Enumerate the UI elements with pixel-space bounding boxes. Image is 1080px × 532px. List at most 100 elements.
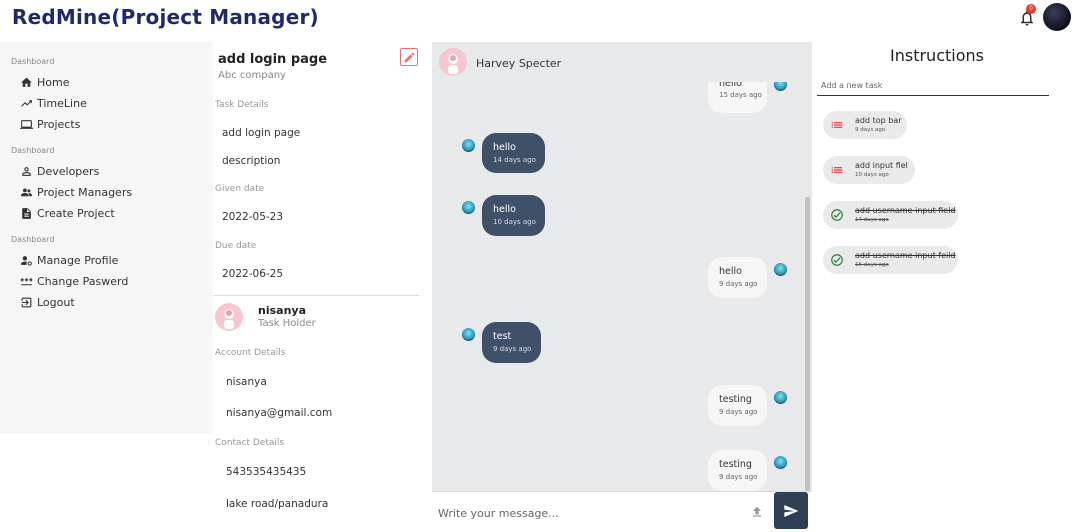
message-text: testing <box>719 459 752 470</box>
sidebar-item-label: Logout <box>37 295 75 309</box>
document-icon <box>22 207 31 219</box>
manage-account-icon <box>21 255 32 266</box>
holder-username-value: nisanya <box>226 376 267 388</box>
sidebar-item-label: Manage Profile <box>37 253 119 267</box>
given-date-label: Given date <box>215 184 265 194</box>
trending-icon <box>21 99 32 107</box>
new-task-input[interactable] <box>817 76 1049 96</box>
top-bar: RedMine(Project Manager) 0 <box>0 0 1080 42</box>
sidebar-section-label: Dashboard <box>11 146 55 155</box>
check-circle-icon <box>831 254 843 266</box>
task-title: add login page <box>218 52 328 67</box>
sidebar-section-label: Dashboard <box>11 235 55 244</box>
task-holder-name: nisanya <box>258 304 306 317</box>
chat-contact-name: Harvey Specter <box>476 57 562 70</box>
due-date-value: 2022-06-25 <box>222 268 284 280</box>
sidebar-item-project-managers[interactable]: Project Managers <box>20 184 132 200</box>
task-date: 10 days ago <box>855 172 889 178</box>
sidebar-item-manage-profile[interactable]: Manage Profile <box>20 252 118 268</box>
message-text: hello <box>493 142 516 153</box>
list-icon <box>831 122 843 128</box>
chat-message: hello 14 days ago <box>482 133 545 173</box>
person-icon <box>22 166 31 176</box>
message-time: 9 days ago <box>719 280 758 288</box>
sidebar-item-label: Change Paswerd <box>37 274 129 288</box>
sidebar-item-label: Developers <box>37 164 100 178</box>
sender-avatar <box>774 263 787 276</box>
holder-phone-value: 543535435435 <box>226 466 307 478</box>
task-description-value: description <box>222 155 281 167</box>
holder-address-value: lake road/panadura <box>226 498 329 510</box>
sender-avatar <box>774 391 787 404</box>
sidebar: Dashboard Home TimeLine Projects Dashboa… <box>0 42 213 434</box>
task-detail-panel: add login page Abc company Task Details … <box>213 42 432 532</box>
message-input[interactable] <box>438 504 728 522</box>
home-icon <box>21 77 32 87</box>
message-text: hello <box>719 266 742 277</box>
task-item-completed[interactable]: add username input field 14 days ago <box>823 201 958 229</box>
sidebar-item-label: TimeLine <box>37 96 87 110</box>
message-text: hello <box>493 204 516 215</box>
task-name: add username input feild <box>855 251 956 260</box>
chat-message: hello 10 days ago <box>482 195 545 236</box>
message-time: 9 days ago <box>493 345 532 353</box>
sender-avatar <box>462 328 475 341</box>
task-date: 14 days ago <box>855 217 889 223</box>
laptop-icon <box>20 119 33 129</box>
instructions-title: Instructions <box>890 46 984 65</box>
message-time: 14 days ago <box>493 156 536 164</box>
chat-header: Harvey Specter <box>432 42 812 82</box>
task-name: add top bar <box>855 116 902 125</box>
sidebar-item-developers[interactable]: Developers <box>20 163 99 179</box>
list-icon <box>831 167 843 173</box>
upload-icon[interactable] <box>750 505 764 519</box>
sender-avatar <box>462 139 475 152</box>
edit-button[interactable] <box>400 48 418 66</box>
holder-email-value: nisanya@gmail.com <box>226 407 333 419</box>
password-icon <box>20 277 33 285</box>
task-holder-role: Task Holder <box>258 318 316 329</box>
sidebar-item-label: Project Managers <box>37 185 133 199</box>
chat-scrollbar[interactable] <box>805 197 810 491</box>
instructions-panel: Instructions add top bar 9 days ago add … <box>812 42 1080 532</box>
task-name: add input fiel <box>855 161 908 170</box>
sender-avatar <box>462 201 475 214</box>
message-time: 9 days ago <box>719 408 758 416</box>
chat-message: hello 9 days ago <box>708 257 767 298</box>
due-date-label: Due date <box>215 241 257 251</box>
sidebar-item-label: Projects <box>37 117 81 131</box>
chat-message: testing 9 days ago <box>708 385 767 426</box>
message-time: 10 days ago <box>493 218 536 226</box>
logout-icon <box>21 297 32 307</box>
people-icon <box>21 187 32 196</box>
task-name-value: add login page <box>222 127 301 139</box>
send-button[interactable] <box>774 492 808 529</box>
task-holder-avatar <box>215 303 243 331</box>
task-date: 15 days ago <box>855 262 889 268</box>
sidebar-item-logout[interactable]: Logout <box>20 294 75 310</box>
sidebar-item-change-password[interactable]: Change Paswerd <box>20 273 128 289</box>
sender-avatar <box>774 456 787 469</box>
chat-contact-avatar <box>439 48 467 76</box>
sidebar-item-create-project[interactable]: Create Project <box>20 205 115 221</box>
message-time: 9 days ago <box>719 473 758 481</box>
notification-badge: 0 <box>1026 4 1036 14</box>
sidebar-item-label: Home <box>37 75 70 89</box>
sidebar-item-timeline[interactable]: TimeLine <box>20 95 87 111</box>
chat-message: testing 9 days ago <box>708 450 767 491</box>
sidebar-item-projects[interactable]: Projects <box>20 116 80 132</box>
task-item-completed[interactable]: add username input feild 15 days ago <box>823 246 958 274</box>
divider <box>213 295 419 296</box>
sidebar-item-home[interactable]: Home <box>20 74 69 90</box>
given-date-value: 2022-05-23 <box>222 211 284 223</box>
message-composer <box>432 491 812 532</box>
sidebar-item-label: Create Project <box>37 206 115 220</box>
task-item[interactable]: add input fiel 10 days ago <box>823 156 915 184</box>
message-time: 15 days ago <box>719 91 762 99</box>
task-item[interactable]: add top bar 9 days ago <box>823 111 907 139</box>
app-title: RedMine(Project Manager) <box>12 5 319 29</box>
task-company: Abc company <box>218 70 286 81</box>
check-circle-icon <box>831 209 843 221</box>
task-details-label: Task Details <box>215 100 269 110</box>
user-avatar[interactable] <box>1043 3 1071 31</box>
